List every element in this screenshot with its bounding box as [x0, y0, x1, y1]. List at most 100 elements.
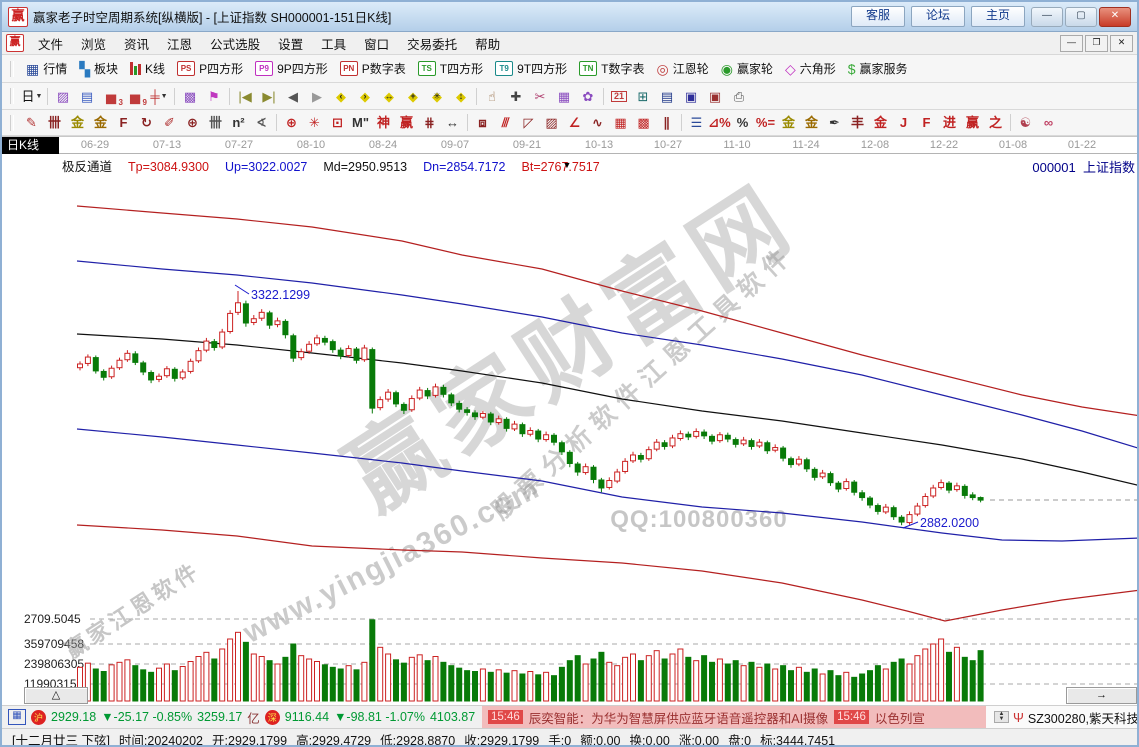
j-line-tool[interactable]: J: [892, 113, 915, 132]
toolbar-item-t-square[interactable]: TST四方形: [412, 58, 489, 79]
fan-lines-tool[interactable]: ⫻: [494, 113, 517, 132]
signal-flag-tool[interactable]: ⚑: [202, 86, 226, 106]
homepage-button[interactable]: 主页: [971, 6, 1025, 27]
toolbar-item-p-square[interactable]: PSP四方形: [171, 58, 249, 79]
toolbar-item-t-number-table[interactable]: TNT数字表: [573, 58, 650, 79]
candle-style-dropdown[interactable]: ╪▼: [147, 86, 171, 106]
bars-9-tool[interactable]: ▅9: [123, 86, 147, 106]
wave-line-tool[interactable]: ∿: [586, 113, 609, 132]
ying-box-tool[interactable]: 赢: [961, 113, 984, 132]
maximize-button[interactable]: ▢: [1065, 7, 1097, 27]
n-squared-tool[interactable]: n²: [227, 113, 250, 132]
percent-line-tool[interactable]: %=: [754, 113, 777, 132]
close-button[interactable]: ✕: [1099, 7, 1131, 27]
feng-grid-tool[interactable]: 丰: [846, 113, 869, 132]
small-grid-tool[interactable]: 卌: [204, 113, 227, 132]
toolbar-item-winner-wheel[interactable]: ◉赢家轮: [715, 58, 779, 79]
expand-left-button[interactable]: △: [24, 687, 88, 704]
menu-gann[interactable]: 江恩: [158, 32, 201, 55]
spiral-tool[interactable]: ↻: [135, 113, 158, 132]
percent-tool[interactable]: %: [731, 113, 754, 132]
shen-grid-tool[interactable]: 神: [372, 113, 395, 132]
parallel-lines-tool[interactable]: ∥: [655, 113, 678, 132]
calculator-button[interactable]: ⊞: [631, 86, 655, 106]
crosshair-tool[interactable]: ✚: [504, 86, 528, 106]
hand-tool[interactable]: ☝: [480, 86, 504, 106]
toolbar-item-gann-wheel[interactable]: ◎江恩轮: [650, 58, 714, 79]
diamond-hzoom-button[interactable]: ◆↔: [377, 86, 401, 106]
menu-news[interactable]: 资讯: [115, 32, 158, 55]
kline-chart-canvas[interactable]: 3322.12992882.0200: [2, 137, 1139, 705]
menu-browse[interactable]: 浏览: [72, 32, 115, 55]
f-square-tool[interactable]: F: [112, 113, 135, 132]
zhi-tool[interactable]: 之: [984, 113, 1007, 132]
gold-circle-tool[interactable]: 金: [777, 113, 800, 132]
diamond-right-button[interactable]: ◆›: [353, 86, 377, 106]
gann-grid-tool[interactable]: 卌: [43, 113, 66, 132]
menu-help[interactable]: 帮助: [466, 32, 509, 55]
notepad-button[interactable]: ▤: [655, 86, 679, 106]
gold-box-tool[interactable]: 金: [869, 113, 892, 132]
toolbar-grip[interactable]: [10, 115, 14, 131]
toolbar-item-quotes[interactable]: ▦行情: [20, 58, 73, 79]
minimize-button[interactable]: —: [1031, 7, 1063, 27]
menu-formula-stock-pick[interactable]: 公式选股: [201, 32, 269, 55]
pattern-box-tool[interactable]: ▨: [51, 86, 75, 106]
mdi-minimize-button[interactable]: —: [1060, 35, 1083, 52]
calendar-21-button[interactable]: 21: [607, 86, 631, 106]
diamond-vzoom-button[interactable]: ◆↕: [449, 86, 473, 106]
square-target-tool[interactable]: ⊡: [326, 113, 349, 132]
toolbar-item-p-number-table[interactable]: PNP数字表: [334, 58, 412, 79]
news-headline[interactable]: 以色列宣: [875, 708, 925, 727]
step-back-button[interactable]: ◀: [281, 86, 305, 106]
customer-service-button[interactable]: 客服: [851, 6, 905, 27]
mdi-close-button[interactable]: ✕: [1110, 35, 1133, 52]
measure-tool[interactable]: ✂: [528, 86, 552, 106]
star-burst-tool[interactable]: ✳: [303, 113, 326, 132]
step-forward-button[interactable]: ▶: [305, 86, 329, 106]
info-note-tool[interactable]: ▤: [75, 86, 99, 106]
jin-steps-tool[interactable]: 进: [938, 113, 961, 132]
angle-tool[interactable]: ∢: [250, 113, 273, 132]
menu-settings[interactable]: 设置: [269, 32, 312, 55]
gann-mini-grid-tool[interactable]: ▦: [552, 86, 576, 106]
hatch-box-tool[interactable]: ▨: [540, 113, 563, 132]
diamond-plus-button[interactable]: ◆+: [401, 86, 425, 106]
red-grid-1-tool[interactable]: ▦: [609, 113, 632, 132]
gold-grid-2-tool[interactable]: 金: [89, 113, 112, 132]
menu-trade[interactable]: 交易委托: [398, 32, 466, 55]
fan-box-tool[interactable]: ◸: [517, 113, 540, 132]
toolbar-item-sectors[interactable]: ▚板块: [73, 58, 124, 79]
menu-file[interactable]: 文件: [29, 32, 72, 55]
f-line-tool[interactable]: F: [915, 113, 938, 132]
circle-cross-tool[interactable]: ⊕: [181, 113, 204, 132]
ying-grid-tool[interactable]: 赢: [395, 113, 418, 132]
grid-123-tool[interactable]: ⋕: [418, 113, 441, 132]
infinity-tool[interactable]: ∞: [1037, 113, 1060, 132]
quote-grid-icon[interactable]: ▦: [8, 709, 26, 725]
gold-grid-1-tool[interactable]: 金: [66, 113, 89, 132]
toolbar-grip[interactable]: [10, 88, 14, 104]
print-button[interactable]: ⎙: [727, 86, 751, 106]
toolbar-item-9p-square[interactable]: P99P四方形: [249, 58, 334, 79]
angle-line-tool[interactable]: ∠: [563, 113, 586, 132]
scroll-right-button[interactable]: →: [1066, 687, 1137, 704]
news-headline[interactable]: 辰奕智能：为华为智慧屏供应蓝牙语音遥控器和AI摄像: [529, 708, 828, 727]
diamond-center-button[interactable]: ◆✳: [425, 86, 449, 106]
pencil-tool[interactable]: ✎: [20, 113, 43, 132]
menu-window[interactable]: 窗口: [355, 32, 398, 55]
ticker-stock-label[interactable]: SZ300280,紫天科技: [1028, 708, 1137, 727]
toolbar-item-kline[interactable]: K线: [124, 58, 171, 79]
go-first-button[interactable]: |◀: [233, 86, 257, 106]
width-measure-tool[interactable]: ↔: [441, 113, 464, 132]
yinyang-tool[interactable]: ☯: [1014, 113, 1037, 132]
gold-line-tool[interactable]: 金: [800, 113, 823, 132]
red-grid-2-tool[interactable]: ▩: [632, 113, 655, 132]
menu-tools[interactable]: 工具: [312, 32, 355, 55]
toolbar-item-9t-square[interactable]: T99T四方形: [489, 58, 573, 79]
toolbar-item-hexagon[interactable]: ◇六角形: [779, 58, 842, 79]
box-frame-tool[interactable]: ⧈: [471, 113, 494, 132]
compass-target-tool[interactable]: ⊕: [280, 113, 303, 132]
diamond-left-button[interactable]: ◆‹: [329, 86, 353, 106]
period-day-dropdown[interactable]: 日▼: [20, 86, 44, 106]
